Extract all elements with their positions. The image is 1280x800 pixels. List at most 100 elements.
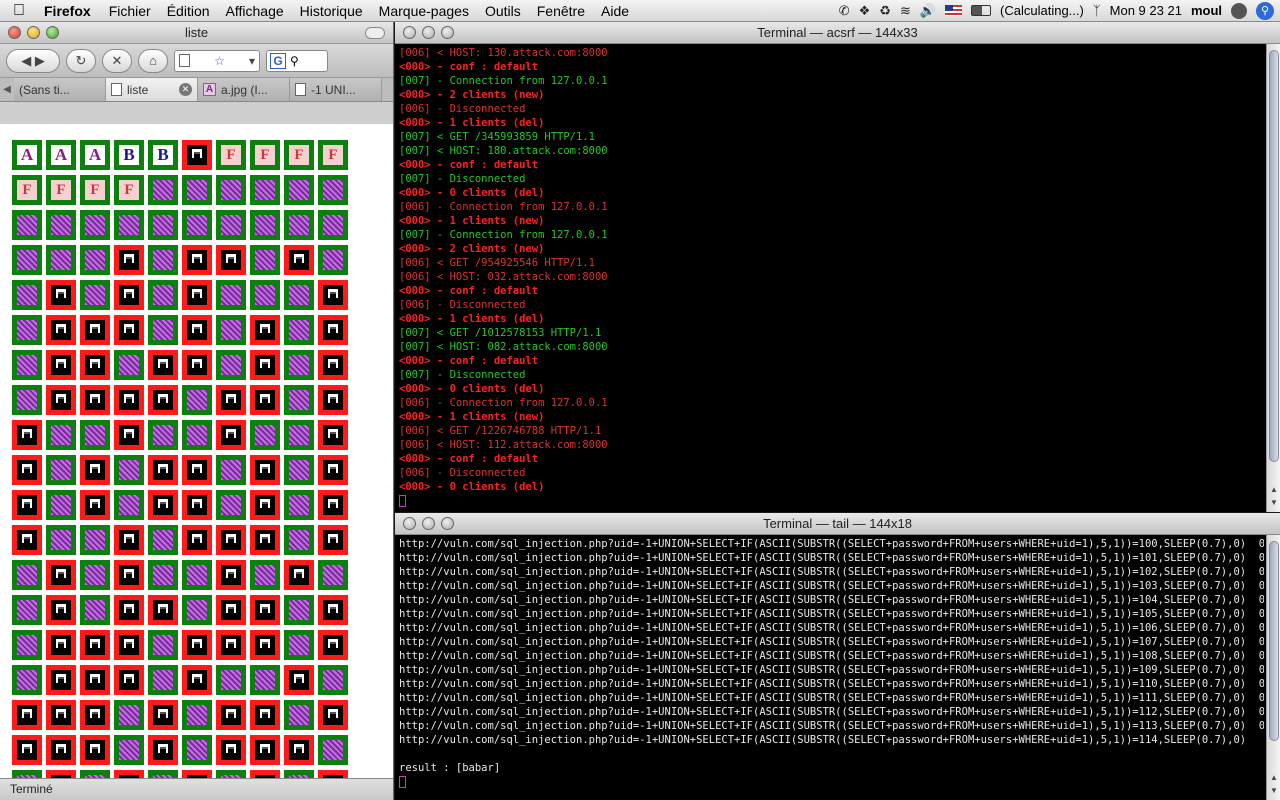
grid-image-cell[interactable] xyxy=(114,280,144,310)
grid-image-cell[interactable] xyxy=(182,315,212,345)
zoom-window-button[interactable] xyxy=(441,517,454,530)
grid-image-cell[interactable] xyxy=(80,735,110,765)
grid-image-cell[interactable] xyxy=(46,385,76,415)
grid-image-cell[interactable] xyxy=(318,175,348,205)
battery-status[interactable]: (Calculating...) xyxy=(1000,3,1084,18)
grid-image-cell[interactable] xyxy=(148,245,178,275)
grid-image-cell[interactable] xyxy=(250,210,280,240)
toolbar-toggle-button[interactable] xyxy=(365,27,385,39)
grid-image-cell[interactable] xyxy=(182,210,212,240)
tab-scroll-left-icon[interactable]: ◀ xyxy=(0,78,14,101)
grid-image-cell[interactable] xyxy=(318,455,348,485)
menu-historique[interactable]: Historique xyxy=(292,3,371,19)
grid-image-cell[interactable] xyxy=(216,280,246,310)
stop-button[interactable]: ✕ xyxy=(102,48,132,73)
grid-image-cell[interactable] xyxy=(114,490,144,520)
grid-image-cell[interactable] xyxy=(46,280,76,310)
grid-image-cell[interactable] xyxy=(216,385,246,415)
grid-image-cell[interactable] xyxy=(250,350,280,380)
grid-image-cell[interactable] xyxy=(284,630,314,660)
grid-image-cell[interactable] xyxy=(114,210,144,240)
grid-image-cell[interactable] xyxy=(318,420,348,450)
grid-image-cell[interactable] xyxy=(250,700,280,730)
grid-image-cell[interactable] xyxy=(80,385,110,415)
grid-image-cell[interactable] xyxy=(148,490,178,520)
url-dropdown-icon[interactable]: ▾ xyxy=(249,54,255,68)
grid-image-cell[interactable] xyxy=(12,420,42,450)
grid-image-cell[interactable] xyxy=(80,525,110,555)
menu-affichage[interactable]: Affichage xyxy=(218,3,292,19)
grid-image-cell[interactable] xyxy=(114,315,144,345)
grid-image-cell[interactable] xyxy=(114,350,144,380)
grid-image-cell[interactable] xyxy=(148,315,178,345)
grid-image-cell[interactable] xyxy=(182,665,212,695)
grid-image-cell[interactable]: A xyxy=(46,140,76,170)
scrollbar-thumb[interactable] xyxy=(1269,541,1279,741)
input-flag-icon[interactable] xyxy=(945,5,963,16)
grid-image-cell[interactable] xyxy=(318,700,348,730)
scroll-up-icon[interactable]: ▲ xyxy=(1268,772,1280,784)
grid-image-cell[interactable] xyxy=(182,735,212,765)
bluetooth-icon[interactable]: ᛉ xyxy=(1093,3,1101,18)
grid-image-cell[interactable] xyxy=(284,245,314,275)
grid-image-cell[interactable] xyxy=(46,420,76,450)
grid-image-cell[interactable] xyxy=(12,210,42,240)
grid-image-cell[interactable] xyxy=(12,280,42,310)
grid-image-cell[interactable] xyxy=(148,560,178,590)
minimize-window-button[interactable] xyxy=(422,26,435,39)
grid-image-cell[interactable] xyxy=(318,525,348,555)
grid-image-cell[interactable] xyxy=(12,700,42,730)
grid-image-cell[interactable] xyxy=(216,420,246,450)
menu-fichier[interactable]: Fichier xyxy=(101,3,159,19)
grid-image-cell[interactable] xyxy=(148,630,178,660)
grid-image-cell[interactable] xyxy=(284,735,314,765)
grid-image-cell[interactable] xyxy=(80,315,110,345)
zoom-window-button[interactable] xyxy=(46,26,59,39)
grid-image-cell[interactable] xyxy=(12,455,42,485)
volume-icon[interactable]: 🔊 xyxy=(920,3,936,19)
grid-image-cell[interactable] xyxy=(80,245,110,275)
grid-image-cell[interactable] xyxy=(80,560,110,590)
grid-image-cell[interactable] xyxy=(284,315,314,345)
grid-image-cell[interactable] xyxy=(182,630,212,660)
grid-image-cell[interactable] xyxy=(148,665,178,695)
grid-image-cell[interactable] xyxy=(148,210,178,240)
grid-image-cell[interactable] xyxy=(148,385,178,415)
grid-image-cell[interactable] xyxy=(182,140,212,170)
grid-image-cell[interactable] xyxy=(46,595,76,625)
grid-image-cell[interactable] xyxy=(80,665,110,695)
search-bar[interactable]: G ⚲ xyxy=(266,49,328,72)
grid-image-cell[interactable] xyxy=(12,385,42,415)
phone-icon[interactable]: ✆ xyxy=(839,3,850,19)
apple-menu-icon[interactable]:  xyxy=(0,2,38,20)
grid-image-cell[interactable] xyxy=(148,595,178,625)
battery-icon[interactable] xyxy=(971,5,992,16)
grid-image-cell[interactable]: A xyxy=(12,140,42,170)
menu-marque-pages[interactable]: Marque-pages xyxy=(371,3,477,19)
grid-image-cell[interactable] xyxy=(12,595,42,625)
grid-image-cell[interactable] xyxy=(12,630,42,660)
grid-image-cell[interactable] xyxy=(46,315,76,345)
grid-image-cell[interactable] xyxy=(284,175,314,205)
grid-image-cell[interactable] xyxy=(216,735,246,765)
grid-image-cell[interactable]: F xyxy=(250,140,280,170)
zoom-window-button[interactable] xyxy=(441,26,454,39)
grid-image-cell[interactable] xyxy=(12,560,42,590)
grid-image-cell[interactable] xyxy=(12,350,42,380)
grid-image-cell[interactable] xyxy=(284,455,314,485)
user-icon[interactable] xyxy=(1231,2,1247,19)
bolt-icon[interactable]: ❖ xyxy=(859,3,871,19)
grid-image-cell[interactable] xyxy=(114,455,144,485)
grid-image-cell[interactable]: F xyxy=(80,175,110,205)
grid-image-cell[interactable] xyxy=(182,700,212,730)
grid-image-cell[interactable] xyxy=(148,350,178,380)
grid-image-cell[interactable] xyxy=(114,700,144,730)
menu-aide[interactable]: Aide xyxy=(593,3,637,19)
grid-image-cell[interactable] xyxy=(80,350,110,380)
grid-image-cell[interactable] xyxy=(250,175,280,205)
grid-image-cell[interactable]: B xyxy=(148,140,178,170)
grid-image-cell[interactable] xyxy=(318,315,348,345)
grid-image-cell[interactable] xyxy=(12,665,42,695)
grid-image-cell[interactable] xyxy=(46,665,76,695)
grid-image-cell[interactable] xyxy=(250,525,280,555)
